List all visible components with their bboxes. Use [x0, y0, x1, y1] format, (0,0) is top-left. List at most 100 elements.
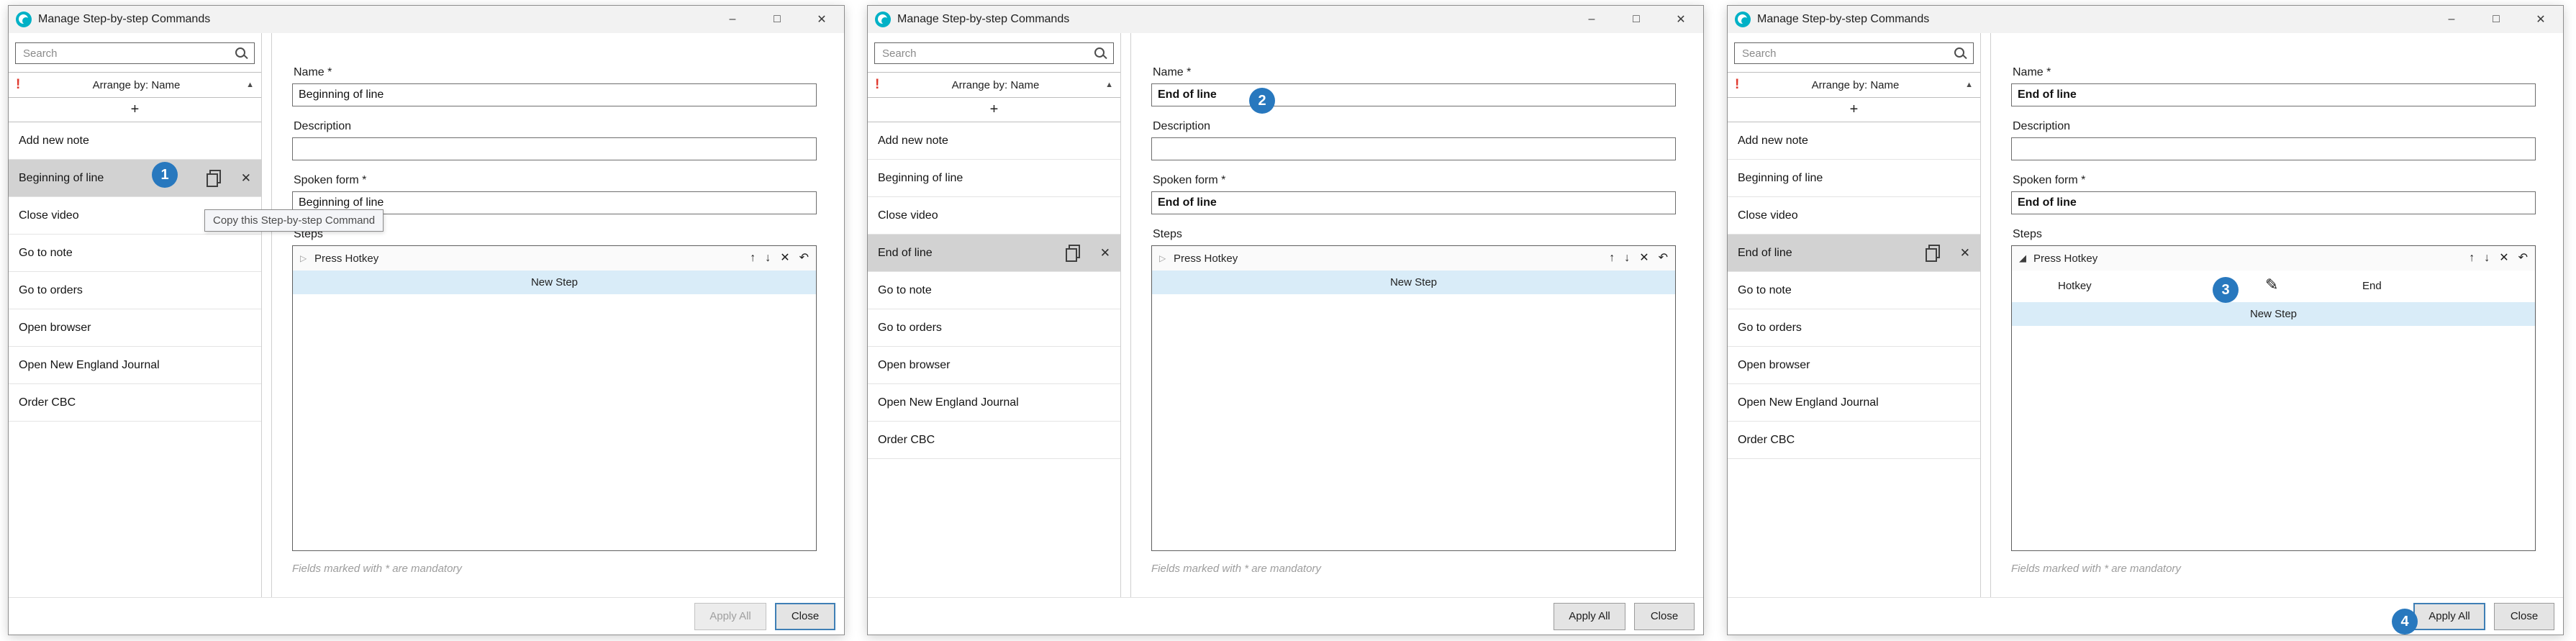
- titlebar[interactable]: Manage Step-by-step Commands – □ ✕: [9, 6, 844, 33]
- move-step-up-icon[interactable]: ↑: [2469, 253, 2475, 264]
- spoken-form-input[interactable]: [1151, 191, 1676, 214]
- hotkey-label: Hotkey: [2058, 280, 2092, 292]
- tooltip: Copy this Step-by-step Command: [204, 209, 384, 232]
- description-input[interactable]: [1151, 137, 1676, 160]
- list-item[interactable]: Beginning of line: [1728, 160, 1980, 197]
- list-item-selected[interactable]: End of line ✕: [1728, 235, 1980, 272]
- hotkey-value: End: [2362, 280, 2382, 292]
- list-item[interactable]: Add new note: [868, 122, 1120, 160]
- list-item-selected[interactable]: Beginning of line ✕: [9, 160, 261, 197]
- undo-step-icon[interactable]: ↶: [2518, 253, 2528, 264]
- titlebar[interactable]: Manage Step-by-step Commands – □ ✕: [1728, 6, 2563, 33]
- apply-all-button[interactable]: Apply All: [2413, 603, 2485, 630]
- apply-all-button[interactable]: Apply All: [694, 603, 766, 630]
- minimize-button[interactable]: –: [1569, 6, 1614, 33]
- maximize-button[interactable]: □: [1614, 6, 1659, 33]
- search-box: [15, 42, 255, 64]
- list-item[interactable]: Add new note: [9, 122, 261, 160]
- step-hotkey-row[interactable]: Hotkey ✎ End: [2012, 271, 2535, 302]
- search-input[interactable]: [1741, 47, 1953, 60]
- add-command-button[interactable]: +: [9, 98, 261, 122]
- move-step-down-icon[interactable]: ↓: [765, 253, 771, 264]
- command-form: Name * Description Spoken form * Steps ◢…: [1990, 33, 2563, 597]
- list-item[interactable]: Open New England Journal: [9, 347, 261, 384]
- undo-step-icon[interactable]: ↶: [799, 253, 809, 264]
- maximize-button[interactable]: □: [2474, 6, 2518, 33]
- list-item[interactable]: Go to note: [868, 272, 1120, 309]
- arrange-by-header[interactable]: ! Arrange by: Name ▲: [1728, 72, 1980, 98]
- delete-step-icon[interactable]: ✕: [1639, 253, 1648, 264]
- search-input[interactable]: [881, 47, 1093, 60]
- apply-all-button[interactable]: Apply All: [1554, 603, 1625, 630]
- undo-step-icon[interactable]: ↶: [1659, 253, 1668, 264]
- new-step-row[interactable]: New Step: [293, 271, 816, 294]
- list-item[interactable]: Go to orders: [868, 309, 1120, 347]
- name-input[interactable]: [292, 83, 817, 106]
- close-window-button[interactable]: ✕: [1659, 6, 1703, 33]
- expander-icon[interactable]: ▷: [300, 253, 313, 263]
- copy-command-icon[interactable]: [207, 170, 221, 187]
- mandatory-note: Fields marked with * are mandatory: [2011, 563, 2536, 575]
- list-item[interactable]: Open New England Journal: [868, 384, 1120, 422]
- list-item[interactable]: Go to orders: [1728, 309, 1980, 347]
- move-step-down-icon[interactable]: ↓: [2484, 253, 2490, 264]
- spoken-form-input[interactable]: [2011, 191, 2536, 214]
- delete-command-icon[interactable]: ✕: [1100, 246, 1110, 260]
- copy-command-icon[interactable]: [1926, 245, 1940, 262]
- expander-icon[interactable]: ▷: [1159, 253, 1172, 263]
- search-input[interactable]: [22, 47, 234, 60]
- delete-command-icon[interactable]: ✕: [241, 171, 251, 186]
- description-input[interactable]: [292, 137, 817, 160]
- list-item[interactable]: Beginning of line: [868, 160, 1120, 197]
- close-window-button[interactable]: ✕: [799, 6, 844, 33]
- close-window-button[interactable]: ✕: [2518, 6, 2563, 33]
- new-step-row[interactable]: New Step: [2012, 302, 2535, 326]
- minimize-button[interactable]: –: [710, 6, 755, 33]
- list-item-selected[interactable]: End of line ✕: [868, 235, 1120, 272]
- edit-pencil-icon[interactable]: ✎: [2265, 276, 2278, 294]
- list-item[interactable]: Order CBC: [9, 384, 261, 422]
- list-item[interactable]: Order CBC: [868, 422, 1120, 459]
- titlebar[interactable]: Manage Step-by-step Commands – □ ✕: [868, 6, 1703, 33]
- name-label: Name *: [2013, 66, 2536, 79]
- arrange-by-label: Arrange by: Name: [30, 79, 242, 91]
- arrange-by-header[interactable]: ! Arrange by: Name ▲: [9, 72, 261, 98]
- window-title: Manage Step-by-step Commands: [38, 13, 210, 26]
- name-input[interactable]: [1151, 83, 1676, 106]
- list-item[interactable]: Go to note: [9, 235, 261, 272]
- description-input[interactable]: [2011, 137, 2536, 160]
- maximize-button[interactable]: □: [755, 6, 799, 33]
- window-content: ! Arrange by: Name ▲ + Add new note Begi…: [1728, 33, 2563, 597]
- arrange-by-header[interactable]: ! Arrange by: Name ▲: [868, 72, 1120, 98]
- list-item[interactable]: Close video: [1728, 197, 1980, 235]
- minimize-button[interactable]: –: [2429, 6, 2474, 33]
- list-item[interactable]: Go to note: [1728, 272, 1980, 309]
- delete-step-icon[interactable]: ✕: [2499, 253, 2508, 264]
- move-step-up-icon[interactable]: ↑: [1609, 253, 1615, 264]
- close-button[interactable]: Close: [1634, 603, 1695, 630]
- delete-step-icon[interactable]: ✕: [780, 253, 789, 264]
- list-item[interactable]: Open browser: [9, 309, 261, 347]
- list-item[interactable]: Open browser: [868, 347, 1120, 384]
- delete-command-icon[interactable]: ✕: [1960, 246, 1970, 260]
- add-command-button[interactable]: +: [868, 98, 1120, 122]
- list-item[interactable]: Open browser: [1728, 347, 1980, 384]
- list-item[interactable]: Go to orders: [9, 272, 261, 309]
- name-input[interactable]: [2011, 83, 2536, 106]
- expander-icon[interactable]: ◢: [2019, 253, 2032, 264]
- move-step-down-icon[interactable]: ↓: [1624, 253, 1630, 264]
- list-item[interactable]: Open New England Journal: [1728, 384, 1980, 422]
- close-button[interactable]: Close: [775, 603, 835, 630]
- step-header-row[interactable]: ◢ Press Hotkey ↑ ↓ ✕ ↶: [2012, 246, 2535, 271]
- new-step-row[interactable]: New Step: [1152, 271, 1675, 294]
- step-title: Press Hotkey: [2033, 253, 2097, 265]
- close-button[interactable]: Close: [2494, 603, 2554, 630]
- step-header-row[interactable]: ▷ Press Hotkey ↑ ↓ ✕ ↶: [1152, 246, 1675, 271]
- step-header-row[interactable]: ▷ Press Hotkey ↑ ↓ ✕ ↶: [293, 246, 816, 271]
- move-step-up-icon[interactable]: ↑: [750, 253, 756, 264]
- copy-command-icon[interactable]: [1066, 245, 1080, 262]
- list-item[interactable]: Order CBC: [1728, 422, 1980, 459]
- list-item[interactable]: Close video: [868, 197, 1120, 235]
- add-command-button[interactable]: +: [1728, 98, 1980, 122]
- list-item[interactable]: Add new note: [1728, 122, 1980, 160]
